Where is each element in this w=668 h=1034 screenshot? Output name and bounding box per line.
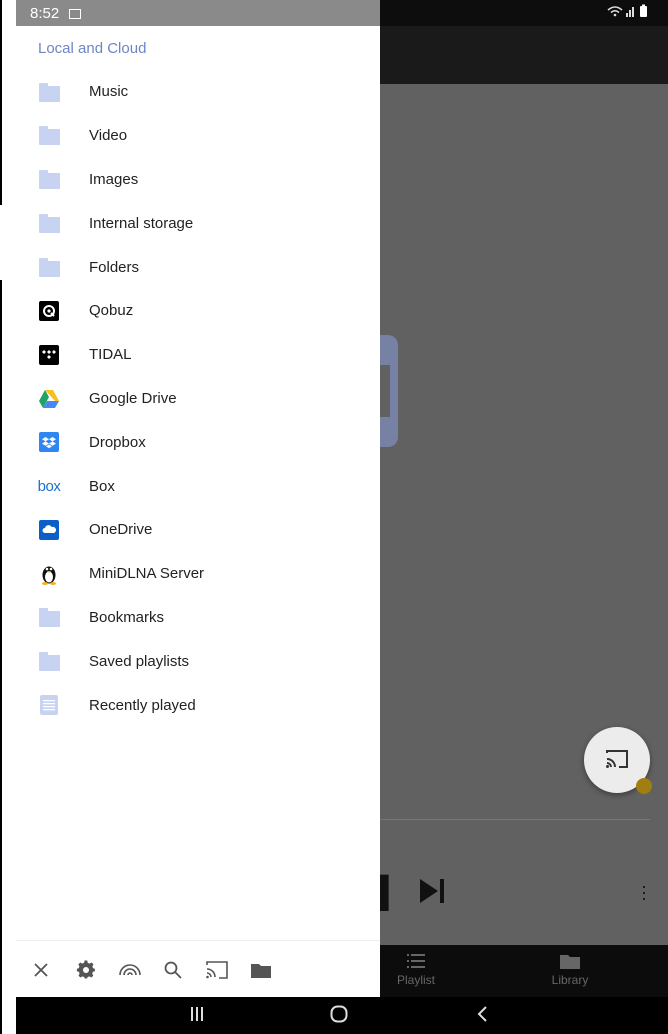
- dropbox-icon: [38, 431, 60, 453]
- drawer-item-label: Folders: [89, 258, 140, 276]
- drawer-item-label: Saved playlists: [89, 652, 190, 670]
- folder-icon: [38, 650, 60, 672]
- drawer-item-label: Music: [89, 83, 129, 101]
- drawer-item-music[interactable]: Music: [16, 70, 380, 114]
- drawer-item-label: Google Drive: [89, 389, 177, 407]
- network-icon[interactable]: [119, 959, 141, 981]
- section-header: Local and Cloud: [38, 40, 147, 57]
- folder-icon: [38, 169, 60, 191]
- drawer-item-recently-played[interactable]: Recently played: [16, 683, 380, 727]
- left-edge-strip: [0, 0, 16, 1034]
- drawer-bottom-toolbar: [16, 940, 380, 997]
- google-drive-icon: [38, 388, 60, 410]
- search-icon[interactable]: [162, 959, 184, 981]
- more-options-icon[interactable]: · · ·: [641, 877, 647, 907]
- album-art-inner: [380, 365, 390, 417]
- drawer-item-label: Qobuz: [89, 302, 134, 320]
- folder-icon: [38, 607, 60, 629]
- system-navigation-bar: [16, 997, 668, 1034]
- drawer-item-internal-storage[interactable]: Internal storage: [16, 201, 380, 245]
- drawer-item-label: Dropbox: [89, 433, 146, 451]
- box-icon: box: [37, 475, 61, 497]
- drawer-item-onedrive[interactable]: OneDrive: [16, 508, 380, 552]
- recent-apps-icon[interactable]: [190, 1005, 204, 1028]
- nav-item-library-label: Library: [551, 973, 589, 987]
- qobuz-icon: [38, 300, 60, 322]
- pause-button-partial[interactable]: ▌: [378, 876, 399, 910]
- drawer-item-bookmarks[interactable]: Bookmarks: [16, 596, 380, 640]
- drawer-item-label: Bookmarks: [89, 608, 165, 626]
- drawer-item-minidlna-server[interactable]: MiniDLNA Server: [16, 552, 380, 596]
- drawer-item-label: Internal storage: [89, 214, 194, 232]
- onedrive-icon: [38, 519, 60, 541]
- status-time: 8:52: [30, 5, 60, 22]
- cast-badge: [636, 778, 652, 794]
- folder-icon: [560, 955, 580, 969]
- close-icon[interactable]: [30, 959, 52, 981]
- cast-icon[interactable]: [206, 959, 228, 981]
- box-logo: box: [37, 477, 61, 495]
- drawer-item-qobuz[interactable]: Qobuz: [16, 289, 380, 333]
- drawer-item-dropbox[interactable]: Dropbox: [16, 420, 380, 464]
- edge-line-top: [0, 0, 2, 205]
- drawer-item-label: Box: [89, 477, 115, 495]
- drawer-item-label: OneDrive: [89, 521, 153, 539]
- status-bar: 8:52: [16, 0, 380, 26]
- wifi-signal-battery-icon: [606, 4, 650, 21]
- image-notification-icon: [69, 9, 82, 19]
- edge-line-bottom: [0, 280, 2, 1034]
- settings-gear-icon[interactable]: [75, 959, 97, 981]
- list-icon: [38, 694, 60, 716]
- linux-penguin-icon: [38, 563, 60, 585]
- drawer-item-label: TIDAL: [89, 346, 132, 364]
- next-track-icon[interactable]: [418, 876, 448, 914]
- home-icon[interactable]: [330, 1005, 348, 1029]
- list-icon: [407, 954, 425, 968]
- drawer-item-label: Images: [89, 170, 139, 188]
- drawer-item-images[interactable]: Images: [16, 158, 380, 202]
- folder-icon: [38, 125, 60, 147]
- folder-icon: [38, 256, 60, 278]
- folder-icon: [38, 212, 60, 234]
- seek-divider: [380, 819, 650, 820]
- drawer-item-label: Recently played: [89, 696, 196, 714]
- drawer-item-saved-playlists[interactable]: Saved playlists: [16, 639, 380, 683]
- drawer-menu: Music Video Images Internal storage Fold…: [16, 70, 380, 727]
- drawer-item-label: Video: [89, 127, 128, 145]
- cast-icon: [606, 750, 628, 768]
- navigation-drawer: 8:52 Local and Cloud Music Video Images …: [16, 0, 380, 997]
- back-icon[interactable]: [476, 1005, 488, 1029]
- drawer-item-video[interactable]: Video: [16, 114, 380, 158]
- drawer-item-google-drive[interactable]: Google Drive: [16, 377, 380, 421]
- folder-icon: [38, 81, 60, 103]
- folder-icon[interactable]: [250, 959, 272, 981]
- tidal-icon: [38, 344, 60, 366]
- drawer-item-box[interactable]: box Box: [16, 464, 380, 508]
- drawer-item-tidal[interactable]: TIDAL: [16, 333, 380, 377]
- drawer-item-label: MiniDLNA Server: [89, 565, 205, 583]
- drawer-item-folders[interactable]: Folders: [16, 245, 380, 289]
- nav-item-playlist-label: Playlist: [396, 973, 435, 987]
- nav-item-library[interactable]: Library: [510, 953, 630, 987]
